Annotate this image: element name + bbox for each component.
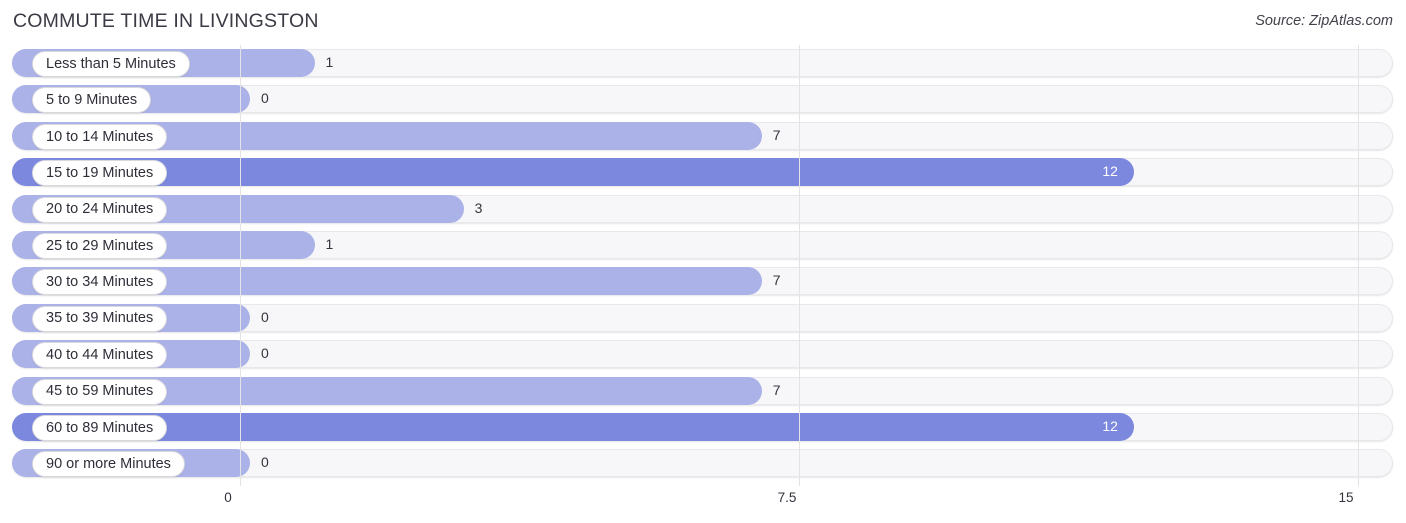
bar-row[interactable]: 45 to 59 Minutes 7 <box>0 373 1406 409</box>
bar-value-label: 0 <box>261 454 269 471</box>
category-label-pill: 5 to 9 Minutes <box>32 87 152 114</box>
bar-value-label: 0 <box>261 308 269 325</box>
bar-row[interactable]: 20 to 24 Minutes 3 <box>0 191 1406 227</box>
chart-plot-area: Less than 5 Minutes 1 5 to 9 Minutes 0 10 to… <box>0 45 1406 488</box>
bar-value-label: 3 <box>474 199 483 216</box>
bar-row[interactable]: 5 to 9 Minutes 0 <box>0 81 1406 117</box>
bar-row[interactable]: 40 to 44 Minutes 0 <box>0 336 1406 372</box>
category-label: 60 to 89 Minutes <box>46 419 154 436</box>
category-label: 25 to 29 Minutes <box>46 237 154 254</box>
category-label: 20 to 24 Minutes <box>46 201 154 218</box>
bar-row[interactable]: 15 to 19 Minutes 12 <box>0 154 1406 190</box>
category-label: 35 to 39 Minutes <box>46 310 154 327</box>
bar-value-label: 1 <box>325 54 334 70</box>
bar-value-label: 1 <box>325 235 334 252</box>
bar-value-label: 7 <box>772 272 781 289</box>
category-label-pill: 35 to 39 Minutes <box>32 305 168 332</box>
page-title: COMMUTE TIME IN LIVINGSTON <box>13 10 319 32</box>
bar-rows: Less than 5 Minutes 1 5 to 9 Minutes 0 10 to… <box>0 45 1406 482</box>
category-label-pill: 25 to 29 Minutes <box>32 232 168 259</box>
category-label: 10 to 14 Minutes <box>46 128 154 145</box>
category-label-pill: 20 to 24 Minutes <box>32 196 168 223</box>
bar-value-label: 0 <box>261 345 269 362</box>
category-label: 5 to 9 Minutes <box>46 92 138 109</box>
bar-row[interactable]: 30 to 34 Minutes 7 <box>0 263 1406 299</box>
bar-value-label: 7 <box>772 126 781 143</box>
category-label: 40 to 44 Minutes <box>46 346 154 363</box>
x-tick-label: 7.5 <box>777 490 797 505</box>
bar-value-label: 7 <box>772 381 781 398</box>
category-label-pill: 90 or more Minutes <box>32 451 185 478</box>
bar-row[interactable]: 35 to 39 Minutes 0 <box>0 300 1406 336</box>
category-label: 90 or more Minutes <box>46 456 171 473</box>
bar-value-label: 0 <box>261 90 269 107</box>
category-label: 15 to 19 Minutes <box>46 164 154 181</box>
category-label: 30 to 34 Minutes <box>46 274 154 291</box>
value-bar[interactable] <box>12 412 1135 441</box>
bar-row[interactable]: 90 or more Minutes 0 <box>0 445 1406 481</box>
category-label: Less than 5 Minutes <box>46 55 176 72</box>
bar-row[interactable]: 25 to 29 Minutes 1 <box>0 227 1406 263</box>
source-attribution: Source: ZipAtlas.com <box>1255 13 1393 29</box>
category-label-pill: 30 to 34 Minutes <box>32 269 168 296</box>
category-label-pill: 45 to 59 Minutes <box>32 378 168 405</box>
bar-row[interactable]: Less than 5 Minutes 1 <box>0 45 1406 81</box>
bar-row[interactable]: 10 to 14 Minutes 7 <box>0 118 1406 154</box>
chart-header: COMMUTE TIME IN LIVINGSTON Source: ZipAt… <box>0 0 1406 45</box>
category-label-pill: 60 to 89 Minutes <box>32 414 168 441</box>
category-label: 45 to 59 Minutes <box>46 383 154 400</box>
x-tick-label: 0 <box>224 490 232 505</box>
category-label-pill: Less than 5 Minutes <box>32 51 190 77</box>
bar-value-label: 12 <box>1102 163 1118 180</box>
bar-row[interactable]: 60 to 89 Minutes 12 <box>0 409 1406 445</box>
category-label-pill: 15 to 19 Minutes <box>32 160 168 187</box>
category-label-pill: 40 to 44 Minutes <box>32 342 168 369</box>
value-bar[interactable] <box>12 158 1135 187</box>
category-label-pill: 10 to 14 Minutes <box>32 123 168 150</box>
x-axis: 0 7.5 15 <box>0 488 1406 523</box>
x-tick-label: 15 <box>1338 490 1354 505</box>
bar-value-label: 12 <box>1102 417 1118 434</box>
